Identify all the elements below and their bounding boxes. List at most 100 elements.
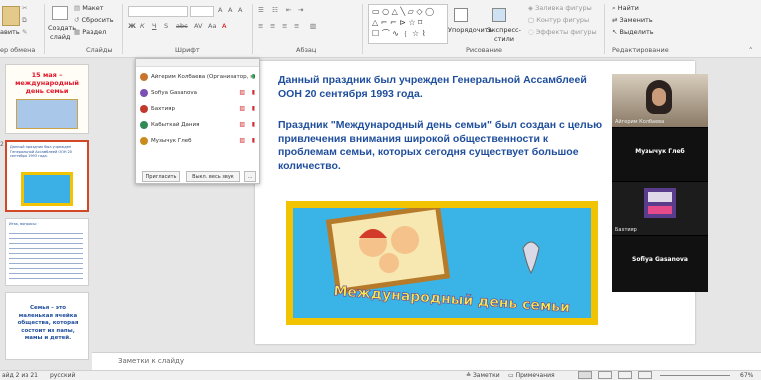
mic-muted-icon: ▮ xyxy=(251,105,255,112)
notes-pane[interactable]: Заметки к слайду xyxy=(92,352,761,370)
select-button[interactable]: ↖ Выделить xyxy=(612,28,654,37)
video-tile[interactable]: Бахтияр xyxy=(612,182,708,236)
clear-format-icon[interactable]: A xyxy=(238,6,242,15)
participant-row[interactable]: Музычук Глеб ▨ ▮ xyxy=(140,135,257,147)
invite-button[interactable]: Пригласить xyxy=(142,171,180,182)
copy-icon[interactable]: ⧉ xyxy=(22,16,27,25)
slide-thumbnail-3[interactable]: Итак, вопросы: xyxy=(5,218,89,286)
shrink-font-icon[interactable]: A xyxy=(228,6,232,15)
video-tile[interactable]: Sofiya Gasanova xyxy=(612,236,708,290)
quick-styles-button[interactable]: Экспресс-стили xyxy=(484,26,524,44)
strike-icon[interactable]: abc xyxy=(176,22,188,31)
participants-panel: Айгерим Колбаева (Организатор, я) ▮ Sofiy… xyxy=(135,58,260,184)
shapes-row-3-icon: ☐ ⌒ ∿ ﹛ ☆ ⌇ xyxy=(372,29,426,38)
thumb-title: 15 мая – международный день семьи xyxy=(15,71,79,95)
family-picture-icon: Международный день семьи xyxy=(325,208,571,316)
paste-icon[interactable] xyxy=(2,6,20,26)
align-right-icon[interactable]: ≡ xyxy=(282,22,287,31)
mute-all-button[interactable]: Выкл. весь звук xyxy=(186,171,240,182)
new-slide-icon[interactable] xyxy=(52,6,68,20)
layout-button[interactable]: ▤ Макет xyxy=(74,4,104,13)
new-slide-label-2: слайд xyxy=(50,33,71,41)
paste-button[interactable]: авить xyxy=(0,28,20,37)
mic-muted-icon: ▮ xyxy=(251,137,255,144)
indent-icon[interactable]: ⇤ xyxy=(286,6,291,15)
replace-button[interactable]: ⇄ Заменить xyxy=(612,16,653,25)
slides-group-label: Слайды xyxy=(86,46,113,54)
participant-row[interactable]: Sofiya Gasanova ▨ ▮ xyxy=(140,87,257,99)
replace-icon: ⇄ xyxy=(612,16,620,24)
separator xyxy=(122,4,123,54)
slideshow-icon[interactable] xyxy=(638,371,652,379)
family-day-image[interactable]: Международный день семьи xyxy=(286,201,598,325)
outdent-icon[interactable]: ⇥ xyxy=(298,6,303,15)
font-size-box[interactable] xyxy=(190,6,214,17)
video-off-icon: ▨ xyxy=(239,89,245,96)
thumb-lines xyxy=(9,229,83,279)
slide-thumbnail-4[interactable]: Семья – это маленькая ячейка общества, к… xyxy=(5,292,89,360)
comments-toggle[interactable]: ▭ Примечания xyxy=(508,372,555,379)
video-off-icon: ▨ xyxy=(239,121,245,128)
participant-row[interactable]: Бахтияр ▨ ▮ xyxy=(140,103,257,115)
font-color-icon[interactable]: A xyxy=(222,22,226,31)
new-slide-button[interactable]: Создать xyxy=(48,24,76,33)
shape-outline-button[interactable]: ▢ Контур фигуры xyxy=(528,16,589,25)
more-button[interactable]: ... xyxy=(244,171,256,182)
participant-name: Айгерим Колбаева (Организатор, я) xyxy=(151,74,256,80)
font-name-box[interactable] xyxy=(128,6,188,17)
reset-icon: ↺ xyxy=(74,16,82,24)
case-icon[interactable]: Aa xyxy=(208,22,216,31)
cut-icon[interactable]: ✂ xyxy=(22,4,27,13)
align-left-icon[interactable]: ≡ xyxy=(258,22,263,31)
bold-icon[interactable]: Ж xyxy=(128,22,136,31)
video-tile-self[interactable]: Айгерим Колбаева xyxy=(612,74,708,128)
video-label: Айгерим Колбаева xyxy=(615,119,665,125)
columns-icon[interactable]: ▥ xyxy=(310,22,316,31)
participant-row[interactable]: Айгерим Колбаева (Организатор, я) ▮ xyxy=(140,71,257,83)
zoom-slider[interactable] xyxy=(660,375,730,376)
slide-thumbnail-2[interactable]: Данный праздник был учрежден Генеральной… xyxy=(5,140,89,212)
video-name: Музычук Глеб xyxy=(635,148,685,155)
slide-paragraph-2[interactable]: Праздник "Международный день семьи" был … xyxy=(278,119,608,173)
format-painter-icon[interactable]: ✎ xyxy=(22,28,27,37)
image-caption: Международный день семьи xyxy=(333,283,571,315)
shadow-icon[interactable]: S xyxy=(164,22,168,31)
thumb-text: Семья – это маленькая ячейка общества, к… xyxy=(17,305,79,341)
cartoon-illustration: Международный день семьи xyxy=(293,208,591,318)
notes-toggle[interactable]: ≙ Заметки xyxy=(466,372,500,379)
spacing-icon[interactable]: AV xyxy=(194,22,202,31)
justify-icon[interactable]: ≡ xyxy=(294,22,299,31)
notes-icon: ≙ xyxy=(466,372,473,379)
italic-icon[interactable]: К xyxy=(140,22,145,31)
language[interactable]: русский xyxy=(50,372,75,379)
grow-font-icon[interactable]: A xyxy=(218,6,222,15)
video-tile[interactable]: Музычук Глеб xyxy=(612,128,708,182)
zoom-level[interactable]: 67% xyxy=(740,372,753,379)
bullets-icon[interactable]: ☰ xyxy=(258,6,264,15)
reset-button[interactable]: ↺ Сбросить xyxy=(74,16,114,25)
effects-icon: ◌ xyxy=(528,28,536,36)
shape-fill-button[interactable]: ◈ Заливка фигуры xyxy=(528,4,592,13)
avatar xyxy=(140,105,148,113)
participant-name: Музычук Глеб xyxy=(151,138,192,144)
slide-thumbnail-1[interactable]: 15 мая – международный день семьи xyxy=(5,64,89,134)
mic-icon[interactable]: ▮ xyxy=(252,71,255,83)
reading-view-icon[interactable] xyxy=(618,371,632,379)
thumb-image xyxy=(21,172,73,206)
slide-paragraph-1[interactable]: Данный праздник был учрежден Генеральной… xyxy=(278,74,608,101)
video-label: Бахтияр xyxy=(615,227,637,233)
arrange-icon[interactable] xyxy=(454,8,468,22)
quick-styles-icon[interactable] xyxy=(492,8,506,22)
participant-row[interactable]: Кабыткай Дания ▨ ▮ xyxy=(140,119,257,131)
shapes-gallery[interactable]: ▭ ○ △ ╲ ▱ ◇ ◯ △ ⌐ ⌐ ⊳ ☆ ⌑ ☐ ⌒ ∿ ﹛ ☆ ⌇ xyxy=(368,4,448,44)
underline-icon[interactable]: Ч xyxy=(152,22,156,31)
sorter-view-icon[interactable] xyxy=(598,371,612,379)
find-button[interactable]: ⌕ Найти xyxy=(612,4,639,13)
section-button[interactable]: ▦ Раздел xyxy=(74,28,106,37)
section-icon: ▦ xyxy=(74,28,83,36)
shape-effects-button[interactable]: ◌ Эффекты фигуры xyxy=(528,28,597,37)
collapse-ribbon-icon[interactable]: ⌃ xyxy=(748,46,753,55)
align-center-icon[interactable]: ≡ xyxy=(270,22,275,31)
numbering-icon[interactable]: ☷ xyxy=(272,6,278,15)
normal-view-icon[interactable] xyxy=(578,371,592,379)
